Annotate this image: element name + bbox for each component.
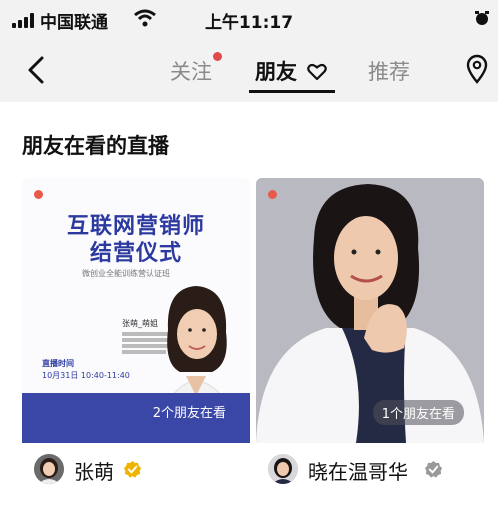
main-content: 朋友在看的直播 互联网营销师 结营仪式 微创业全能训练营认证班 张萌_萌姐 直播… (0, 102, 498, 511)
friends-watching-count: 1个朋友在看 (372, 400, 464, 425)
section-title: 朋友在看的直播 (22, 134, 169, 158)
avatar (268, 454, 298, 484)
poster-time: 10月31日 10:40-11:40 (42, 371, 130, 380)
live-poster: 互联网营销师 结营仪式 微创业全能训练营认证班 张萌_萌姐 直播时间 10月31… (22, 178, 250, 443)
poster-time-label: 直播时间 (42, 359, 74, 368)
tab-follow-label: 关注 (170, 60, 212, 84)
live-indicator-dot (268, 190, 277, 199)
status-bar: 中国联通 上午11:17 (0, 0, 498, 38)
active-tab-indicator (249, 90, 336, 93)
alarm-icon (475, 11, 489, 25)
notification-dot (213, 52, 222, 61)
poster-title-line2: 结营仪式 (89, 241, 182, 266)
live-indicator-dot (34, 190, 43, 199)
tab-friends-label: 朋友 (255, 60, 297, 84)
heart-icon (307, 63, 328, 81)
tab-friends[interactable]: 朋友 (249, 56, 336, 93)
clock: 上午11:17 (204, 13, 294, 33)
live-card[interactable]: 互联网营销师 结营仪式 微创业全能训练营认证班 张萌_萌姐 直播时间 10月31… (22, 178, 250, 495)
card-footer: 张萌 (22, 443, 250, 495)
friends-watching-bar: 2个朋友在看 (22, 393, 250, 443)
tab-follow[interactable]: 关注 (170, 52, 222, 86)
card-footer: 晓在温哥华 (256, 443, 484, 495)
gray-verified-icon (424, 460, 443, 478)
tab-recommend-label: 推荐 (368, 60, 410, 84)
top-nav: 关注 朋友 推荐 (0, 38, 498, 102)
avatar (34, 454, 64, 484)
host-name: 张萌 (74, 460, 114, 484)
back-chevron-icon[interactable] (22, 52, 52, 88)
host-name: 晓在温哥华 (308, 460, 408, 484)
location-pin-icon[interactable] (466, 54, 488, 84)
tab-recommend[interactable]: 推荐 (368, 56, 410, 86)
live-poster: 1个朋友在看 (256, 178, 484, 443)
gold-verified-icon (123, 460, 142, 478)
live-card[interactable]: 1个朋友在看 晓在温哥华 (256, 178, 484, 495)
friends-watching-count: 2个朋友在看 (152, 406, 226, 421)
